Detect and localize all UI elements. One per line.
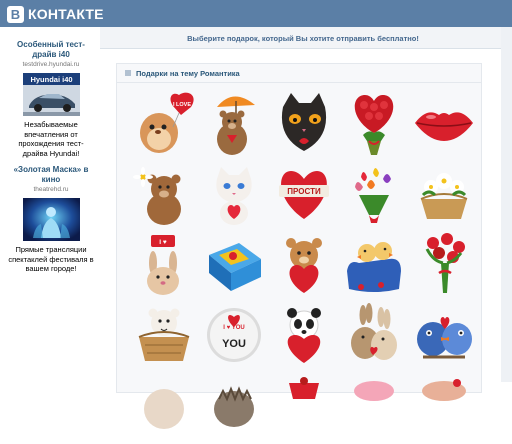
gift-partial-4[interactable] xyxy=(339,369,409,439)
birds-pair-icon xyxy=(417,317,472,359)
ad-title[interactable]: «Золотая Маска» в кино xyxy=(6,165,96,185)
gift-birds-pair[interactable] xyxy=(409,299,479,369)
bear-basket-icon xyxy=(138,308,190,361)
partial-gift-icon xyxy=(144,389,184,429)
gift-bear-daisy[interactable] xyxy=(129,159,199,229)
gift-flower-basket[interactable] xyxy=(409,159,479,229)
gift-prosti-heart[interactable]: ПРОСТИ xyxy=(269,159,339,229)
love-you-button-icon: I ♥ YOU YOU xyxy=(207,308,261,362)
love-you-text: I ♥ YOU xyxy=(223,325,244,331)
gift-chicks-pillow[interactable] xyxy=(339,229,409,299)
tulips-bouquet-icon xyxy=(355,168,391,223)
gift-choice-message: Выберите подарок, который Вы хотите отпр… xyxy=(187,34,419,43)
rose-bouquet-icon xyxy=(425,233,465,293)
ad-image-theatre[interactable] xyxy=(22,198,80,241)
gift-bear-umbrella[interactable] xyxy=(199,89,269,159)
gift-choice-bar: Выберите подарок, который Вы хотите отпр… xyxy=(100,27,506,49)
right-rail xyxy=(501,27,512,382)
matchbox-icon xyxy=(209,243,261,291)
gift-partial-1[interactable] xyxy=(129,369,199,439)
gift-partial-5[interactable] xyxy=(409,369,479,439)
gift-kiss-lips[interactable] xyxy=(409,89,479,159)
partial-gift-icon xyxy=(289,377,319,399)
ad-golden-mask[interactable]: «Золотая Маска» в кино theatrehd.ru Прям… xyxy=(6,165,96,274)
chicks-pillow-icon xyxy=(347,242,401,292)
gift-rose-bouquet[interactable] xyxy=(409,229,479,299)
bear-umbrella-icon xyxy=(217,96,255,155)
gift-black-cat[interactable] xyxy=(269,89,339,159)
gifts-panel: Подарки на тему Романтика I LOVE ПРОСТИ … xyxy=(116,63,482,429)
gift-bunnies-pair[interactable] xyxy=(339,299,409,369)
bear-heart-icon xyxy=(286,238,322,293)
section-title: Подарки на тему Романтика xyxy=(136,69,240,78)
cat-heart-icon xyxy=(216,167,252,225)
section-header: Подарки на тему Романтика xyxy=(117,64,481,83)
gift-panda-heart[interactable] xyxy=(269,299,339,369)
ad-title[interactable]: Особенный тест-драйв i40 xyxy=(6,40,96,60)
kiss-lips-icon xyxy=(415,112,473,141)
ad-domain: testdrive.hyundai.ru xyxy=(22,61,80,68)
bear-daisy-icon xyxy=(133,167,181,225)
flower-basket-icon xyxy=(420,173,468,219)
black-cat-icon xyxy=(281,93,327,151)
gift-bear-basket[interactable] xyxy=(129,299,199,369)
prosti-heart-icon: ПРОСТИ xyxy=(279,171,329,219)
ad-domain: theatrehd.ru xyxy=(33,186,69,193)
balloon-text: I LOVE xyxy=(173,102,191,108)
ad-text: Незабываемые впечатления от прохождения … xyxy=(18,120,84,158)
logo-text: КОНТАКТЕ xyxy=(28,6,104,22)
gift-rose-heart[interactable] xyxy=(339,89,409,159)
sidebar-ads: Особенный тест-драйв i40 testdrive.hyund… xyxy=(0,27,100,382)
ad-hyundai[interactable]: Особенный тест-драйв i40 testdrive.hyund… xyxy=(6,40,96,158)
you-text: YOU xyxy=(222,338,246,350)
rose-heart-icon xyxy=(354,95,394,155)
ad-image-label: Hyundai i40 xyxy=(30,75,72,84)
ad-image-car[interactable]: Hyundai i40 xyxy=(22,73,80,116)
gift-love-matches[interactable] xyxy=(199,229,269,299)
gift-partial-3[interactable] xyxy=(269,369,339,439)
prosti-text: ПРОСТИ xyxy=(287,187,321,196)
gifts-main: Выберите подарок, который Вы хотите отпр… xyxy=(100,27,506,429)
gift-partial-2[interactable] xyxy=(199,369,269,439)
hedgehog-icon xyxy=(214,386,254,427)
partial-gift-icon xyxy=(354,381,394,401)
gift-tulips-bouquet[interactable] xyxy=(339,159,409,229)
panda-heart-icon xyxy=(287,308,321,363)
partial-gift-icon xyxy=(422,379,466,401)
bunny-ilove-icon: I ♥ xyxy=(147,235,179,295)
gift-hamster-balloon[interactable]: I LOVE xyxy=(129,89,199,159)
bunnies-pair-icon xyxy=(351,303,397,360)
gift-bunny-ilove[interactable]: I ♥ xyxy=(129,229,199,299)
gift-bear-heart[interactable] xyxy=(269,229,339,299)
section-bullet-icon xyxy=(125,70,131,76)
vk-logo[interactable]: В КОНТАКТЕ xyxy=(7,5,104,23)
top-header: В КОНТАКТЕ xyxy=(0,0,512,27)
ilove-text: I ♥ xyxy=(159,239,167,246)
logo-icon: В xyxy=(7,5,24,23)
hamster-balloon-icon: I LOVE xyxy=(140,92,194,153)
ad-text: Прямые трансляции спектаклей фестиваля в… xyxy=(8,245,94,273)
gift-cat-heart[interactable] xyxy=(199,159,269,229)
gift-i-love-you-button[interactable]: I ♥ YOU YOU xyxy=(199,299,269,369)
